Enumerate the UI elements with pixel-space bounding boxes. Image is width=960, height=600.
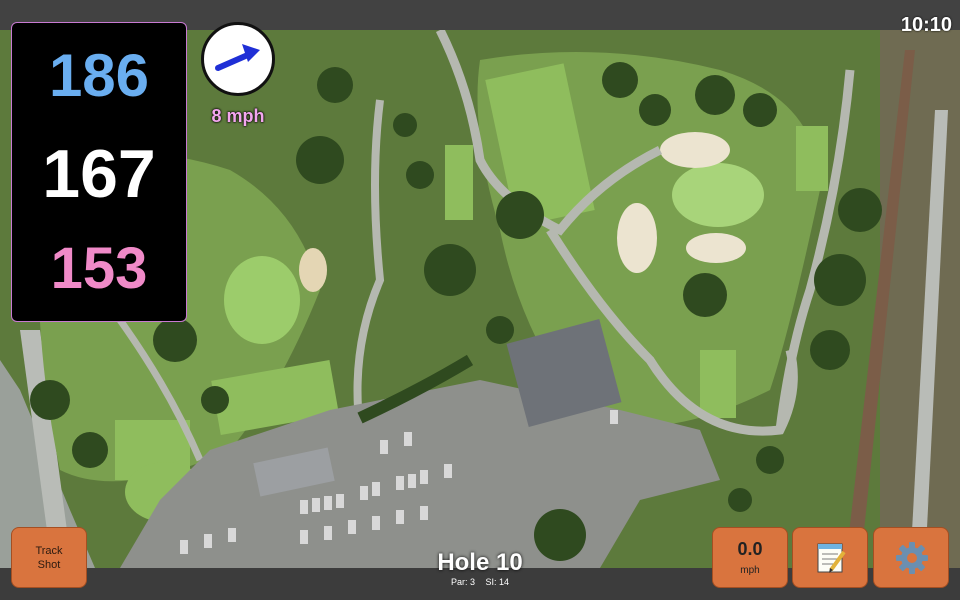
hole-title: Hole 10 — [437, 549, 523, 576]
speed-value: 0.0 — [737, 539, 763, 559]
green-left — [224, 256, 300, 344]
bunker-4 — [299, 248, 327, 292]
speed-unit: mph — [740, 565, 760, 576]
track-shot-button[interactable]: Track Shot — [11, 527, 87, 588]
speed-button[interactable]: 0.0 mph — [712, 527, 788, 588]
settings-button[interactable] — [873, 527, 949, 588]
bunker-1 — [660, 132, 730, 168]
tee-box-2 — [445, 145, 473, 220]
hole-stroke-index: SI: 14 — [485, 577, 510, 587]
bunker-2 — [617, 203, 657, 273]
hole-par: Par: 3 — [450, 577, 475, 587]
wind-speed-label: 8 mph — [211, 106, 265, 126]
distance-panel: 186 167 153 — [11, 22, 187, 322]
wind-indicator — [201, 22, 275, 96]
golf-gps-screen: 10:10 186 167 153 8 mph Track Shot Hole … — [0, 0, 960, 600]
arrow-right-up-icon — [215, 44, 260, 71]
clock: 10:10 — [900, 14, 952, 36]
distance-back: 186 — [48, 42, 150, 109]
gear-icon — [896, 542, 928, 574]
distance-front: 153 — [50, 236, 148, 301]
hole-info: Par: 3 SI: 14 — [380, 577, 580, 587]
green-right — [672, 163, 764, 227]
tee-box-3 — [796, 126, 828, 191]
tee-box-4 — [700, 350, 736, 418]
notepad-icon — [817, 543, 846, 573]
notes-button[interactable] — [792, 527, 868, 588]
distance-middle: 167 — [42, 136, 156, 212]
bunker-3 — [686, 233, 746, 263]
track-shot-label: Track Shot — [35, 545, 63, 571]
